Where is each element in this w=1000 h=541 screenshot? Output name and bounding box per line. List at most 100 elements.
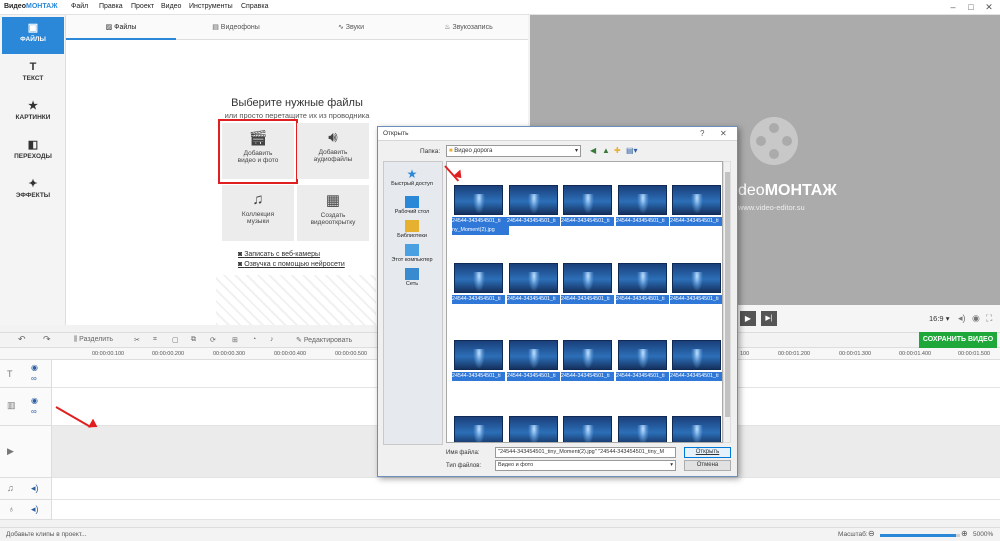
file-thumbnail[interactable] bbox=[454, 340, 503, 370]
zoom-out-icon[interactable]: ⊖ bbox=[868, 529, 875, 538]
filetype-select[interactable]: Видео и фото ▾ bbox=[495, 460, 676, 471]
file-label[interactable]: 24544-343454501_ti bbox=[561, 295, 614, 304]
file-thumbnail[interactable] bbox=[672, 340, 721, 370]
file-thumbnail[interactable] bbox=[509, 340, 558, 370]
audio-track[interactable] bbox=[52, 478, 1000, 500]
sidebar-item-images[interactable]: ★ КАРТИНКИ bbox=[2, 95, 64, 132]
sidebar-item-effects[interactable]: ✦ ЭФФЕКТЫ bbox=[2, 173, 64, 210]
place-this-pc[interactable]: Этот компьютер bbox=[384, 244, 440, 263]
file-label[interactable]: 24544-343454501_ti bbox=[616, 217, 669, 226]
tab-sounds[interactable]: ∿ Звуки bbox=[296, 15, 406, 40]
maximize-icon[interactable]: □ bbox=[964, 1, 978, 13]
tab-files[interactable]: ▨ Файлы bbox=[66, 15, 176, 40]
file-thumbnail[interactable] bbox=[563, 416, 612, 442]
volume-icon[interactable]: ◂) bbox=[958, 313, 966, 324]
ai-voice-link[interactable]: ◙ Озвучка с помощью нейросети bbox=[238, 261, 345, 268]
file-thumbnail[interactable] bbox=[563, 263, 612, 293]
cut-icon[interactable]: ✂ bbox=[134, 336, 140, 344]
file-thumbnail[interactable] bbox=[454, 185, 503, 215]
menu-file[interactable]: Файл bbox=[71, 3, 88, 10]
volume-icon[interactable]: ◂) bbox=[31, 483, 39, 494]
file-label[interactable]: 24544-343454501_ti bbox=[670, 295, 722, 304]
scrollbar[interactable] bbox=[723, 161, 731, 443]
menu-help[interactable]: Справка bbox=[241, 3, 268, 10]
eye-icon[interactable]: ◉ bbox=[31, 396, 38, 405]
file-thumbnail[interactable] bbox=[563, 185, 612, 215]
filename-input[interactable]: "24544-343454501_tiny_Moment(2).jpg" "24… bbox=[495, 447, 676, 458]
undo-icon[interactable]: ↶ bbox=[18, 334, 26, 345]
back-icon[interactable]: ◀ bbox=[590, 146, 596, 155]
close-icon[interactable]: ✕ bbox=[720, 129, 727, 138]
minimize-icon[interactable]: – bbox=[946, 1, 960, 13]
audio-icon[interactable]: ♪ bbox=[270, 336, 274, 343]
layers-icon[interactable]: ⧉ bbox=[191, 336, 196, 344]
file-label[interactable]: 24544-343454501_ti bbox=[616, 295, 669, 304]
tab-recording[interactable]: ♨ Звукозапись bbox=[411, 15, 526, 40]
file-label[interactable]: 24544-343454501_ti bbox=[452, 372, 505, 381]
add-audio-button[interactable]: 🔊︎ Добавить аудиофайлы bbox=[297, 123, 369, 179]
cancel-button[interactable]: Отмена bbox=[684, 460, 731, 471]
file-thumbnail[interactable] bbox=[672, 185, 721, 215]
file-thumbnail[interactable] bbox=[672, 416, 721, 442]
volume-icon[interactable]: ◂) bbox=[31, 504, 39, 515]
place-quick-access[interactable]: ★ Быстрый доступ bbox=[384, 168, 440, 187]
file-label[interactable]: 24544-343454501_ti bbox=[507, 295, 560, 304]
webcam-link[interactable]: ◙ Записать с веб-камеры bbox=[238, 251, 320, 258]
scrollbar-thumb[interactable] bbox=[725, 172, 730, 417]
file-thumbnail[interactable] bbox=[618, 416, 667, 442]
fullscreen-icon[interactable]: ⛶ bbox=[986, 313, 992, 324]
file-label[interactable]: 24544-343454501_ti bbox=[670, 217, 722, 226]
file-thumbnail[interactable] bbox=[509, 416, 558, 442]
close-icon[interactable]: ✕ bbox=[982, 1, 996, 13]
play-button[interactable]: ▶ bbox=[740, 311, 756, 326]
place-libraries[interactable]: Библиотеки bbox=[384, 220, 440, 239]
link-icon[interactable]: ∞ bbox=[31, 374, 37, 383]
camera-icon[interactable]: ◉ bbox=[972, 313, 980, 324]
file-thumbnail[interactable] bbox=[618, 185, 667, 215]
frame-icon[interactable]: ▢ bbox=[172, 336, 179, 344]
file-thumbnail[interactable] bbox=[509, 263, 558, 293]
sidebar-item-transitions[interactable]: ◧ ПЕРЕХОДЫ bbox=[2, 134, 64, 171]
place-desktop[interactable]: Рабочий стол bbox=[384, 196, 440, 215]
sidebar-item-files[interactable]: ▣ ФАЙЛЫ bbox=[2, 17, 64, 54]
rotate-icon[interactable]: ⟳ bbox=[210, 336, 216, 344]
next-frame-button[interactable]: ▶| bbox=[761, 311, 777, 326]
save-video-button[interactable]: СОХРАНИТЬ ВИДЕО bbox=[919, 332, 997, 348]
menu-edit[interactable]: Правка bbox=[99, 3, 123, 10]
split-button[interactable]: ⫼ Разделить bbox=[74, 336, 113, 344]
file-thumbnail[interactable] bbox=[454, 263, 503, 293]
file-thumbnail[interactable] bbox=[509, 185, 558, 215]
edit-button[interactable]: ✎ Редактировать bbox=[296, 336, 352, 344]
file-label[interactable]: 24544-343454501_ti bbox=[507, 217, 560, 226]
sidebar-item-text[interactable]: T ТЕКСТ bbox=[2, 56, 64, 93]
file-thumbnail[interactable] bbox=[454, 416, 503, 442]
create-video-card-button[interactable]: ▦ Создать видеооткрытку bbox=[297, 185, 369, 241]
file-label[interactable]: 24544-343454501_ti bbox=[616, 372, 669, 381]
music-collection-button[interactable]: ♫ Коллекция музыки bbox=[222, 185, 294, 241]
eye-icon[interactable]: ◉ bbox=[31, 363, 38, 372]
file-label[interactable]: 24544-343454501_ti bbox=[561, 372, 614, 381]
redo-icon[interactable]: ↷ bbox=[43, 334, 51, 345]
file-label[interactable]: 24544-343454501_ti bbox=[670, 372, 722, 381]
zoom-slider[interactable] bbox=[880, 534, 960, 537]
open-button[interactable]: Открыть bbox=[684, 447, 731, 458]
menu-project[interactable]: Проект bbox=[131, 3, 154, 10]
file-thumbnail[interactable] bbox=[618, 263, 667, 293]
menu-video[interactable]: Видео bbox=[161, 3, 181, 10]
menu-tools[interactable]: Инструменты bbox=[189, 3, 233, 10]
file-label[interactable]: ny_Moment(2).jpg bbox=[452, 226, 509, 235]
crop-icon[interactable]: ⌗ bbox=[153, 336, 157, 344]
help-icon[interactable]: ? bbox=[700, 129, 704, 138]
file-label[interactable]: 24544-343454501_ti bbox=[507, 372, 560, 381]
zoom-in-icon[interactable]: ⊕ bbox=[961, 529, 968, 538]
file-label[interactable]: 24544-343454501_ti bbox=[452, 295, 505, 304]
view-menu-icon[interactable]: ▤▾ bbox=[626, 146, 638, 155]
speed-icon[interactable]: ◔ bbox=[252, 336, 256, 343]
tab-video-backgrounds[interactable]: ▤ Видеофоны bbox=[181, 15, 291, 40]
up-folder-icon[interactable]: ▲ bbox=[602, 146, 610, 155]
file-thumbnail[interactable] bbox=[618, 340, 667, 370]
link-icon[interactable]: ∞ bbox=[31, 407, 37, 416]
folder-select[interactable]: ■ Видео дорога ▾ bbox=[446, 145, 581, 157]
voice-track[interactable] bbox=[52, 500, 1000, 520]
file-thumbnail[interactable] bbox=[563, 340, 612, 370]
